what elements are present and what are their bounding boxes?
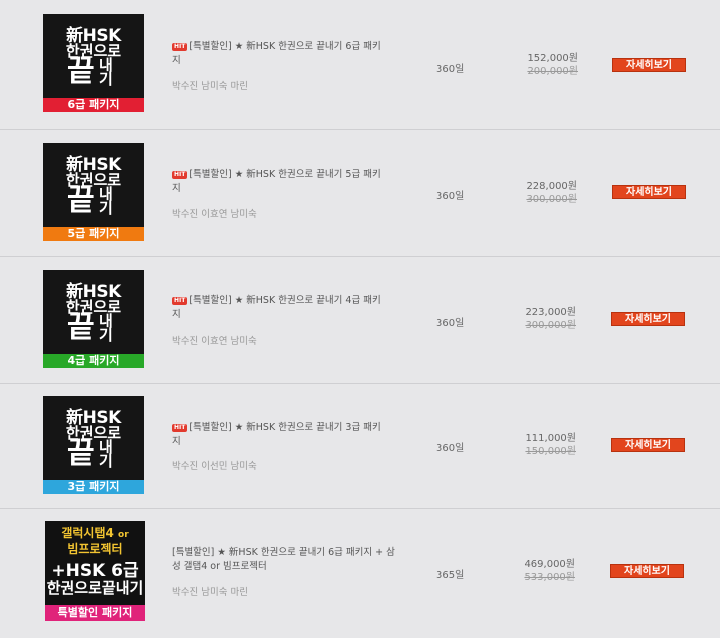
thumb-band: 4급 패키지: [43, 354, 144, 368]
detail-button[interactable]: 자세히보기: [612, 185, 686, 199]
product-price: 228,000원 300,000원: [497, 180, 577, 206]
product-title-text: [특별할인] ★ 新HSK 한권으로 끝내기 5급 패키지: [172, 169, 381, 194]
product-thumbnail[interactable]: 新HSK 한권으로 끝 내기 5급 패키지: [43, 143, 144, 241]
sale-price: 223,000원: [525, 307, 576, 318]
product-title[interactable]: HIT [특별할인] ★ 新HSK 한권으로 끝내기 3급 패키지: [172, 421, 387, 449]
thumb-big: 끝: [67, 183, 95, 218]
product-authors: 박수진 남미숙 마린: [172, 81, 248, 92]
product-thumbnail[interactable]: 新HSK 한권으로 끝 내기 6급 패키지: [43, 14, 144, 112]
thumb-band: 특별할인 패키지: [45, 605, 145, 621]
product-thumbnail[interactable]: 新HSK 한권으로 끝 내기 3급 패키지: [43, 396, 144, 494]
thumb-big: 끝: [67, 310, 95, 345]
detail-button[interactable]: 자세히보기: [610, 564, 684, 578]
sale-price: 111,000원: [525, 433, 576, 444]
product-title[interactable]: HIT [특별할인] ★ 新HSK 한권으로 끝내기 4급 패키지: [172, 294, 387, 322]
product-title-text: [특별할인] ★ 新HSK 한권으로 끝내기 3급 패키지: [172, 422, 381, 447]
original-price: 300,000원: [526, 194, 577, 205]
list-item: 新HSK 한권으로 끝 내기 3급 패키지 HIT [특별할인] ★ 新HSK 한…: [0, 384, 720, 509]
product-price: 223,000원 300,000원: [496, 306, 576, 332]
product-days: 360일: [436, 191, 465, 202]
product-days: 360일: [436, 318, 465, 329]
hit-badge: HIT: [172, 297, 188, 305]
product-list: 新HSK 한권으로 끝 내기 6급 패키지 HIT [특별할인] ★ 新HSK 한…: [0, 0, 720, 638]
thumb-band: 6급 패키지: [43, 98, 144, 112]
thumb-side: 내기: [99, 438, 113, 470]
sale-price: 469,000원: [524, 559, 575, 570]
list-item: 新HSK 한권으로 끝 내기 5급 패키지 HIT [특별할인] ★ 新HSK 한…: [0, 130, 720, 257]
detail-button[interactable]: 자세히보기: [611, 312, 685, 326]
original-price: 200,000원: [527, 66, 578, 77]
thumb-band: 3급 패키지: [43, 480, 144, 494]
detail-button[interactable]: 자세히보기: [612, 58, 686, 72]
thumb-promo-line: 갤럭시탭4 or 빔프로젝터: [61, 526, 129, 556]
product-price: 111,000원 150,000원: [496, 432, 576, 458]
product-days: 360일: [436, 64, 465, 75]
product-days: 360일: [436, 443, 465, 454]
original-price: 300,000원: [525, 320, 576, 331]
thumb-side: 내기: [99, 56, 113, 88]
hit-badge: HIT: [172, 43, 188, 51]
product-title[interactable]: [특별할인] ★ 新HSK 한권으로 끝내기 6급 패키지 + 삼성 갤탭4 o…: [172, 546, 402, 574]
product-title[interactable]: HIT [특별할인] ★ 新HSK 한권으로 끝내기 5급 패키지: [172, 168, 387, 196]
product-authors: 박수진 남미숙 마린: [172, 587, 248, 598]
product-thumbnail[interactable]: 新HSK 한권으로 끝 내기 4급 패키지: [43, 270, 144, 368]
hit-badge: HIT: [172, 171, 188, 179]
hit-badge: HIT: [172, 424, 188, 432]
product-authors: 박수진 이효연 남미숙: [172, 336, 257, 347]
list-item: 新HSK 한권으로 끝 내기 6급 패키지 HIT [특별할인] ★ 新HSK 한…: [0, 0, 720, 130]
product-price: 469,000원 533,000원: [495, 558, 575, 584]
thumb-big: 끝: [67, 54, 95, 89]
product-authors: 박수진 이효연 남미숙: [172, 209, 257, 220]
thumb-side: 내기: [99, 185, 113, 217]
product-title-text: [특별할인] ★ 新HSK 한권으로 끝내기 6급 패키지: [172, 41, 381, 66]
product-title-text: [특별할인] ★ 新HSK 한권으로 끝내기 4급 패키지: [172, 295, 381, 320]
thumb-band: 5급 패키지: [43, 227, 144, 241]
product-thumbnail[interactable]: 갤럭시탭4 or 빔프로젝터 +HSK 6급 한권으로끝내기 특별할인 패키지: [45, 521, 145, 621]
thumb-big: 끝: [67, 436, 95, 471]
product-days: 365일: [436, 570, 465, 581]
sale-price: 152,000원: [527, 53, 578, 64]
product-title-text: [특별할인] ★ 新HSK 한권으로 끝내기 6급 패키지 + 삼성 갤탭4 o…: [172, 547, 395, 572]
original-price: 150,000원: [525, 446, 576, 457]
detail-button[interactable]: 자세히보기: [611, 438, 685, 452]
thumb-line4: 한권으로끝내기: [46, 579, 144, 597]
product-price: 152,000원 200,000원: [498, 52, 578, 78]
list-item: 갤럭시탭4 or 빔프로젝터 +HSK 6급 한권으로끝내기 특별할인 패키지 …: [0, 509, 720, 638]
sale-price: 228,000원: [526, 181, 577, 192]
original-price: 533,000원: [524, 572, 575, 583]
product-title[interactable]: HIT [특별할인] ★ 新HSK 한권으로 끝내기 6급 패키지: [172, 40, 387, 68]
list-item: 新HSK 한권으로 끝 내기 4급 패키지 HIT [특별할인] ★ 新HSK 한…: [0, 257, 720, 384]
product-authors: 박수진 이선민 남미숙: [172, 461, 257, 472]
thumb-side: 내기: [99, 312, 113, 344]
